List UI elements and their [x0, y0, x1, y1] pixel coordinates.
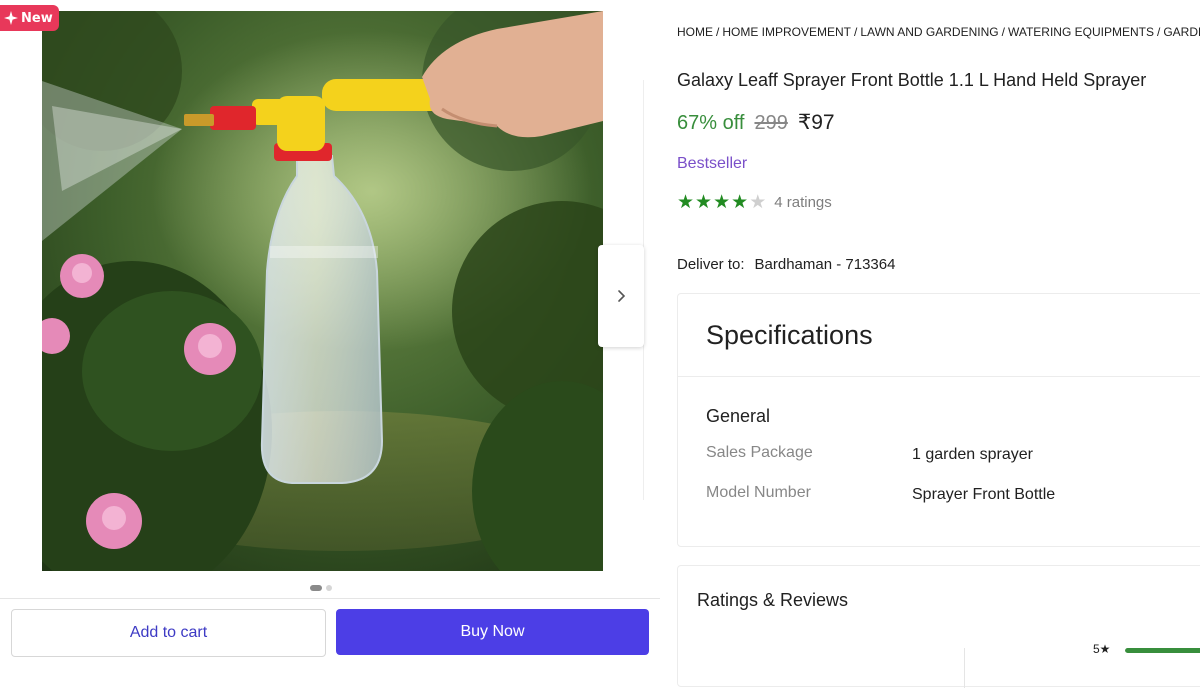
selling-price: ₹97: [797, 111, 835, 134]
star-rating: ★ ★ ★ ★ ★: [677, 192, 766, 212]
chevron-right-icon: [618, 290, 626, 302]
original-price: 299: [754, 112, 788, 134]
spec-key: Model Number: [706, 484, 811, 501]
delivery-info[interactable]: Deliver to: Bardhaman - 713364: [677, 256, 895, 273]
spec-value: Sprayer Front Bottle: [912, 486, 1056, 503]
discount-percent: 67% off: [677, 112, 745, 134]
deliver-to-label: Deliver to:: [677, 256, 745, 273]
ratings-reviews-card: Ratings & Reviews 5★: [677, 565, 1200, 688]
price-row: 67% off 299 ₹97: [677, 110, 835, 135]
breadcrumb-separator: /: [1001, 25, 1005, 39]
carousel-dots: [310, 585, 332, 591]
rating-bar-track: [1125, 648, 1200, 653]
new-badge-label: New: [21, 10, 53, 26]
star-filled-icon: ★: [695, 191, 713, 213]
sparkle-icon: [4, 11, 18, 25]
star-filled-icon: ★: [731, 191, 749, 213]
breadcrumb-garden[interactable]: GARDEN S: [1163, 25, 1200, 39]
star-filled-icon: ★: [677, 191, 695, 213]
rating-row[interactable]: ★ ★ ★ ★ ★ 4 ratings: [677, 192, 832, 212]
spec-key: Sales Package: [706, 444, 813, 461]
star-empty-icon: ★: [749, 191, 767, 213]
breadcrumb-separator: /: [1156, 25, 1161, 39]
product-image[interactable]: [42, 11, 603, 571]
action-bar: Add to cart Buy Now: [0, 598, 660, 665]
spec-value: 1 garden sprayer: [912, 446, 1033, 463]
rating-bar-label: 5★: [1093, 642, 1111, 656]
buy-now-button[interactable]: Buy Now: [336, 609, 649, 655]
reviews-divider: [964, 648, 965, 688]
spec-group-general: General: [706, 406, 771, 426]
new-badge: New: [0, 5, 59, 31]
ratings-count[interactable]: 4 ratings: [774, 194, 832, 211]
product-title: Galaxy Leaff Sprayer Front Bottle 1.1 L …: [677, 70, 1147, 90]
specifications-title: Specifications: [706, 320, 873, 350]
breadcrumb: HOME / HOME IMPROVEMENT / LAWN AND GARDENING…: [677, 25, 1200, 39]
next-image-button[interactable]: [598, 245, 644, 347]
specifications-card: Specifications General Sales Package 1 g…: [677, 293, 1200, 547]
add-to-cart-button[interactable]: Add to cart: [11, 609, 326, 657]
breadcrumb-home-improvement[interactable]: HOME IMPROVEMENT: [722, 25, 851, 39]
breadcrumb-home[interactable]: HOME: [677, 25, 713, 39]
carousel-dot-1[interactable]: [310, 585, 322, 591]
breadcrumb-lawn-gardening[interactable]: LAWN AND GARDENING: [860, 25, 998, 39]
ratings-reviews-title: Ratings & Reviews: [697, 590, 849, 610]
star-filled-icon: ★: [713, 191, 731, 213]
breadcrumb-watering-equipments[interactable]: WATERING EQUIPMENTS: [1008, 25, 1154, 39]
specifications-divider: [678, 376, 1200, 377]
bestseller-tag: Bestseller: [677, 155, 748, 172]
delivery-location[interactable]: Bardhaman - 713364: [755, 256, 896, 273]
rating-bar-fill: [1125, 648, 1200, 653]
breadcrumb-separator: /: [854, 25, 858, 39]
carousel-dot-2[interactable]: [326, 585, 332, 591]
breadcrumb-separator: /: [716, 25, 720, 39]
